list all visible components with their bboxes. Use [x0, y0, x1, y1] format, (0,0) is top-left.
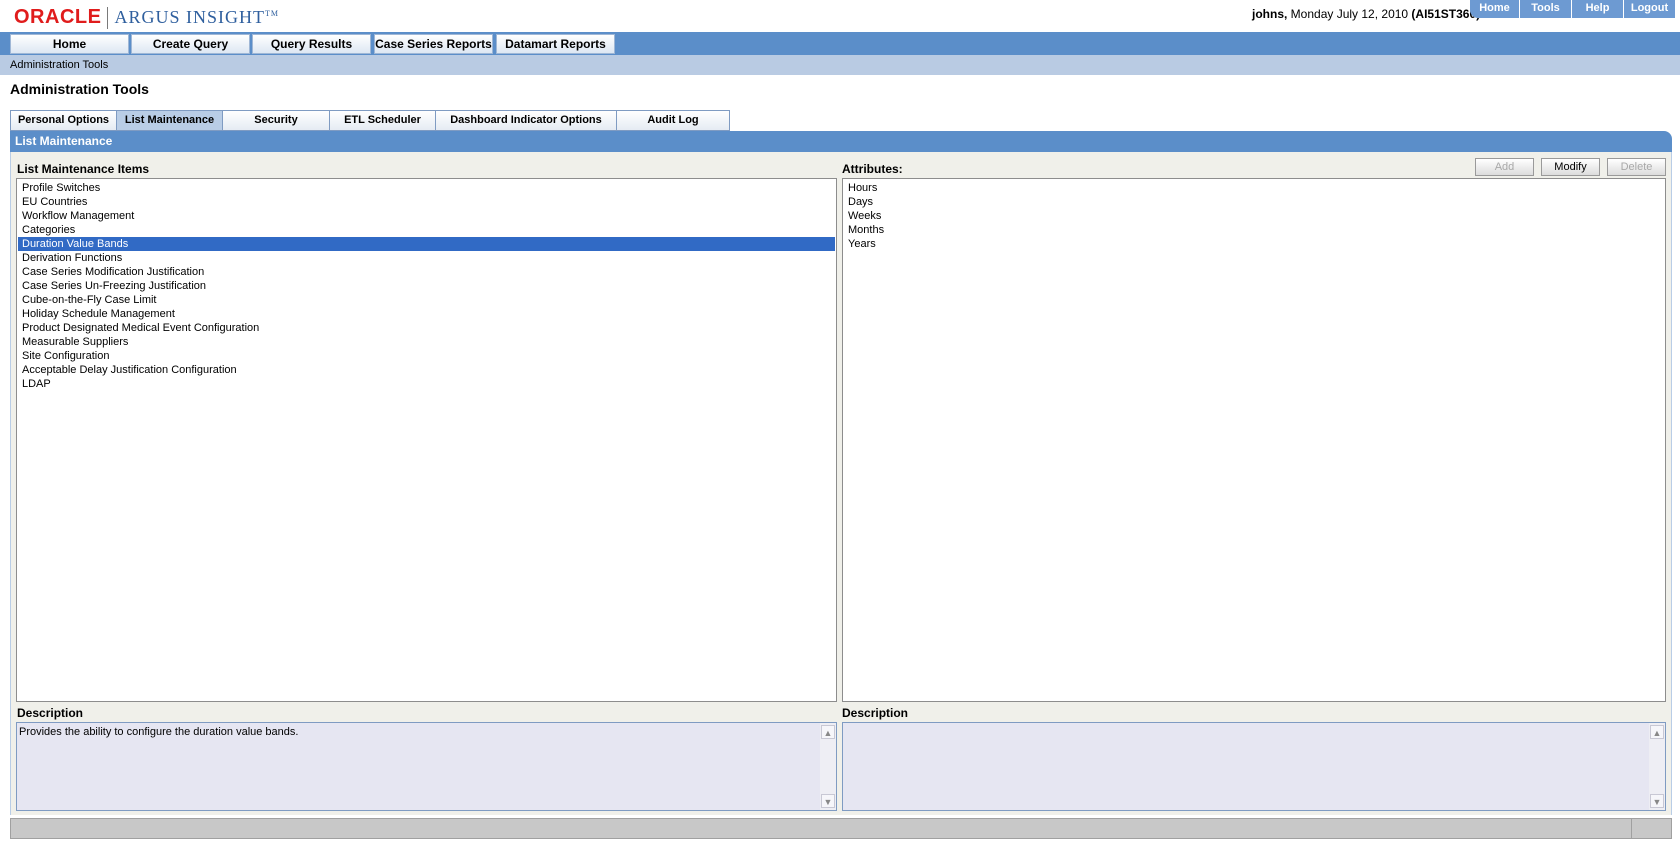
- page-title: Administration Tools: [10, 81, 149, 97]
- list-item-selected[interactable]: Duration Value Bands: [18, 237, 835, 251]
- status-bar: [10, 818, 1672, 839]
- attributes-list[interactable]: Hours Days Weeks Months Years: [842, 178, 1666, 702]
- left-description-box[interactable]: Provides the ability to configure the du…: [16, 722, 837, 811]
- list-item[interactable]: Cube-on-the-Fly Case Limit: [18, 293, 835, 307]
- top-link-tools[interactable]: Tools: [1520, 0, 1572, 18]
- nav-home[interactable]: Home: [10, 34, 129, 54]
- list-item[interactable]: LDAP: [18, 377, 835, 391]
- attribute-item[interactable]: Days: [844, 195, 1664, 209]
- list-item[interactable]: Case Series Un-Freezing Justification: [18, 279, 835, 293]
- list-item[interactable]: Product Designated Medical Event Configu…: [18, 321, 835, 335]
- nav-datamart-reports[interactable]: Datamart Reports: [496, 34, 615, 54]
- tab-personal-options[interactable]: Personal Options: [10, 110, 117, 131]
- user-name: johns,: [1252, 7, 1288, 21]
- attributes-label: Attributes:: [842, 162, 903, 176]
- list-item[interactable]: Derivation Functions: [18, 251, 835, 265]
- scroll-down-icon[interactable]: ▼: [1650, 794, 1664, 808]
- attribute-item[interactable]: Months: [844, 223, 1664, 237]
- oracle-logo-text: ORACLE: [14, 6, 102, 28]
- user-info: johns, Monday July 12, 2010 (AI51ST360): [1252, 7, 1480, 21]
- right-description-label: Description: [842, 706, 909, 720]
- top-link-help[interactable]: Help: [1572, 0, 1624, 18]
- top-link-logout[interactable]: Logout: [1624, 0, 1676, 18]
- tab-dashboard-indicator-options[interactable]: Dashboard Indicator Options: [436, 110, 617, 131]
- attribute-item[interactable]: Years: [844, 237, 1664, 251]
- current-date: Monday July 12, 2010: [1287, 7, 1412, 21]
- nav-query-results[interactable]: Query Results: [252, 34, 371, 54]
- list-item[interactable]: Case Series Modification Justification: [18, 265, 835, 279]
- argus-logo-text: ARGUS INSIGHTTM: [114, 7, 279, 27]
- tab-security[interactable]: Security: [223, 110, 330, 131]
- attribute-item[interactable]: Weeks: [844, 209, 1664, 223]
- modify-button[interactable]: Modify: [1541, 158, 1600, 176]
- nav-case-series-reports[interactable]: Case Series Reports: [374, 34, 493, 54]
- list-items-label: List Maintenance Items: [17, 162, 150, 176]
- oracle-argus-logo: ORACLE ARGUS INSIGHTTM: [14, 6, 279, 29]
- delete-button[interactable]: Delete: [1607, 158, 1666, 176]
- list-item[interactable]: Acceptable Delay Justification Configura…: [18, 363, 835, 377]
- logo-divider: [107, 6, 109, 29]
- list-item[interactable]: Workflow Management: [18, 209, 835, 223]
- list-item[interactable]: Site Configuration: [18, 349, 835, 363]
- tab-audit-log[interactable]: Audit Log: [617, 110, 730, 131]
- nav-create-query[interactable]: Create Query: [131, 34, 250, 54]
- tab-etl-scheduler[interactable]: ETL Scheduler: [330, 110, 436, 131]
- admin-tabs: Personal Options List Maintenance Securi…: [10, 110, 730, 131]
- left-description-text: Provides the ability to configure the du…: [19, 726, 299, 738]
- main-nav: Home Create Query Query Results Case Ser…: [0, 32, 1680, 55]
- attribute-item[interactable]: Hours: [844, 181, 1664, 195]
- left-description-scrollbar[interactable]: ▲ ▼: [820, 723, 836, 810]
- list-maintenance-items[interactable]: Profile Switches EU Countries Workflow M…: [16, 178, 837, 702]
- left-description-label: Description: [17, 706, 84, 720]
- right-description-box[interactable]: ▲ ▼: [842, 722, 1666, 811]
- list-item[interactable]: Profile Switches: [18, 181, 835, 195]
- list-item[interactable]: EU Countries: [18, 195, 835, 209]
- tab-list-maintenance[interactable]: List Maintenance: [117, 110, 223, 131]
- section-header: List Maintenance: [10, 131, 1672, 152]
- breadcrumb: Administration Tools: [0, 55, 1680, 75]
- right-description-scrollbar[interactable]: ▲ ▼: [1649, 723, 1665, 810]
- scroll-up-icon[interactable]: ▲: [821, 725, 835, 739]
- status-bar-cell: [1631, 819, 1671, 838]
- add-button[interactable]: Add: [1475, 158, 1534, 176]
- list-item[interactable]: Categories: [18, 223, 835, 237]
- top-link-home[interactable]: Home: [1470, 0, 1520, 18]
- top-links: Home Tools Help Logout: [1470, 0, 1676, 18]
- scroll-down-icon[interactable]: ▼: [821, 794, 835, 808]
- list-item[interactable]: Measurable Suppliers: [18, 335, 835, 349]
- list-item[interactable]: Holiday Schedule Management: [18, 307, 835, 321]
- app-header: ORACLE ARGUS INSIGHTTM johns, Monday Jul…: [0, 0, 1680, 32]
- scroll-up-icon[interactable]: ▲: [1650, 725, 1664, 739]
